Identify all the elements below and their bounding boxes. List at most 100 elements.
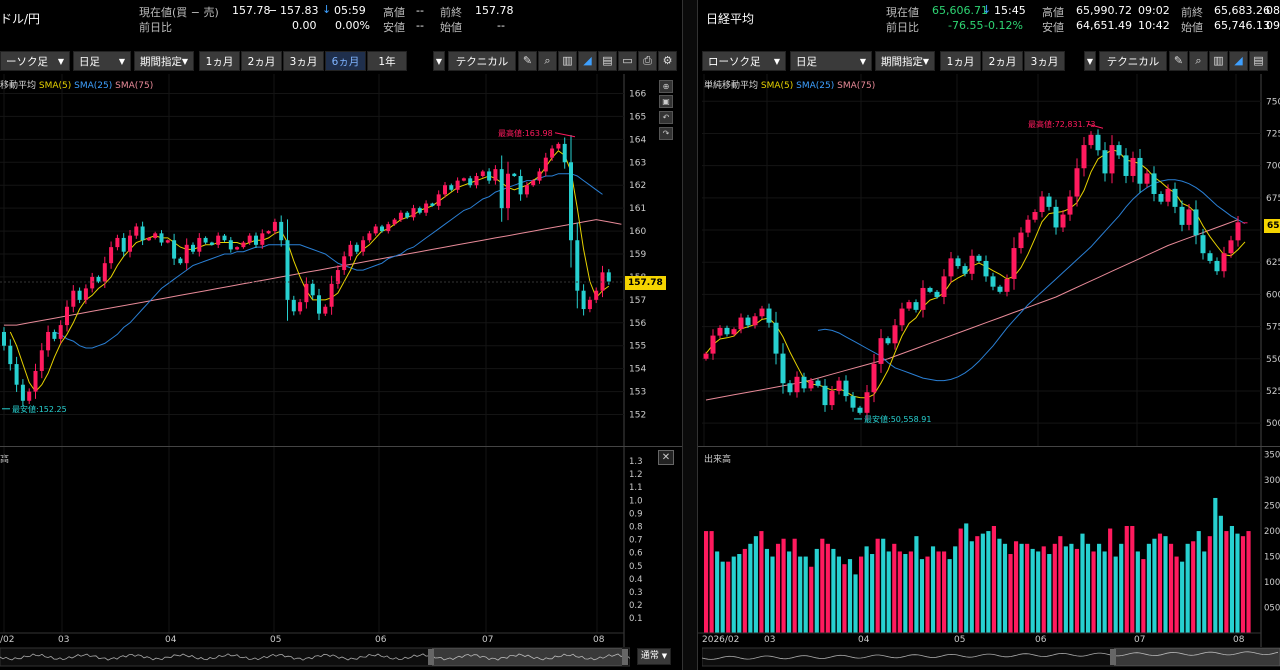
range-1y-button[interactable]: 1年: [367, 51, 407, 71]
pencil-icon[interactable]: ✎: [518, 51, 537, 71]
candle-body: [20, 384, 25, 401]
min-price-annotation: 最安値:152.25: [12, 404, 67, 414]
volume-bar: [1019, 543, 1024, 633]
candle-body: [254, 235, 258, 245]
more-ranges-dropdown[interactable]: ▼: [433, 51, 445, 71]
more-ranges-dropdown[interactable]: ▼: [1084, 51, 1096, 71]
y-tick-label: 0.4: [629, 575, 643, 585]
area-chart-icon[interactable]: ◢: [1229, 51, 1248, 71]
range-2m-button[interactable]: 2ヵ月: [241, 51, 282, 71]
open-time: 09: [1266, 19, 1280, 32]
volume-bar: [1218, 515, 1223, 633]
candle-body: [52, 331, 57, 339]
technical-button[interactable]: テクニカル: [1099, 51, 1167, 71]
document-icon[interactable]: ▤: [598, 51, 617, 71]
y-tick-label: 100: [1264, 578, 1280, 588]
candle-body: [1109, 145, 1115, 174]
candle-body: [121, 237, 126, 252]
scale-mode-select[interactable]: 通常 ▼: [637, 648, 671, 665]
volume-bar: [753, 536, 758, 633]
magnifier-icon[interactable]: ⌕: [1189, 51, 1208, 71]
print-icon[interactable]: ⎙: [638, 51, 657, 71]
technical-button[interactable]: テクニカル: [448, 51, 516, 71]
volume-bar: [1058, 536, 1063, 633]
range-2m-button[interactable]: 2ヵ月: [982, 51, 1023, 71]
navigator-scrollbar[interactable]: [0, 646, 630, 668]
volume-bar: [709, 531, 714, 633]
candle-body: [90, 276, 95, 289]
nikkei-candlestick-chart[interactable]: 750725700675650625600575550525500最高値:72,…: [698, 74, 1280, 446]
annotation-leader: [554, 132, 576, 138]
candle-body: [518, 176, 523, 195]
folder-icon[interactable]: ▭: [618, 51, 637, 71]
candle-body: [731, 329, 737, 335]
candle-body: [752, 316, 758, 326]
undo-icon[interactable]: ↶: [659, 111, 673, 124]
lock-icon[interactable]: ▣: [659, 95, 673, 108]
navigator-scrollbar[interactable]: [702, 646, 1280, 668]
volume-bar: [798, 556, 803, 633]
redo-icon[interactable]: ↷: [659, 127, 673, 140]
navigator-handle: [622, 649, 628, 665]
chevron-down-icon: ▼: [57, 57, 64, 66]
instrument-title: ドル/円: [0, 12, 41, 26]
range-1m-button[interactable]: 1ヵ月: [940, 51, 981, 71]
document-icon[interactable]: ▤: [1249, 51, 1268, 71]
period-select[interactable]: 日足 ▼: [790, 51, 872, 71]
y-tick-label: 156: [629, 319, 646, 329]
zoom-in-icon[interactable]: ⊕: [659, 80, 673, 93]
volume-bar: [803, 556, 808, 633]
candle-body: [1067, 196, 1073, 215]
chart-type-select[interactable]: ーソク足 ▼: [0, 51, 70, 71]
candle-body: [1235, 222, 1241, 241]
candle-body: [1186, 209, 1192, 225]
candle-body: [1165, 188, 1171, 202]
y-tick-label: 0.5: [629, 562, 643, 572]
bar-chart-icon[interactable]: ▥: [1209, 51, 1228, 71]
pane-divider[interactable]: [682, 0, 698, 670]
nikkei-chart-panel: 日経平均 現在値 65,606.71 ↓ 15:45 高値 65,990.72 …: [698, 0, 1280, 670]
magnifier-icon[interactable]: ⌕: [538, 51, 557, 71]
chart-toolbar: ローソク足 ▼ 日足 ▼ 期間指定 ▼ 1ヵ月 2ヵ月 3ヵ月 ▼ テクニカル ✎ ⌕…: [698, 51, 1280, 72]
range-select[interactable]: 期間指定 ▼: [875, 51, 935, 71]
candle-body: [892, 325, 898, 344]
y-tick-label: 0.9: [629, 509, 643, 519]
usd-jpy-candlestick-chart[interactable]: 1521531541551561571581591601611621631641…: [0, 74, 682, 446]
chevron-down-icon: ▼: [859, 57, 866, 66]
volume-bar: [787, 551, 792, 633]
range-3m-button[interactable]: 3ヵ月: [1024, 51, 1065, 71]
candle-body: [487, 171, 492, 181]
candle-body: [801, 376, 807, 389]
pencil-icon[interactable]: ✎: [1169, 51, 1188, 71]
candle-body: [71, 290, 76, 307]
ask-price: 157.83: [280, 4, 319, 17]
range-3m-button[interactable]: 3ヵ月: [283, 51, 324, 71]
candle-body: [279, 221, 284, 241]
range-1m-button[interactable]: 1ヵ月: [199, 51, 240, 71]
range-select[interactable]: 期間指定 ▼: [134, 51, 194, 71]
volume-bar: [842, 564, 847, 633]
period-select[interactable]: 日足 ▼: [73, 51, 131, 71]
navigator-handle: [1110, 649, 1116, 665]
volume-bar: [975, 536, 980, 633]
volume-bar: [864, 546, 869, 633]
quote-time: 15:45: [994, 4, 1026, 17]
bar-chart-icon[interactable]: ▥: [558, 51, 577, 71]
current-price: 65,606.71: [932, 4, 988, 17]
candle-body: [14, 364, 19, 385]
candle-body: [386, 224, 391, 232]
candle-body: [310, 283, 315, 296]
candle-body: [773, 322, 779, 354]
chart-type-select[interactable]: ローソク足 ▼: [702, 51, 786, 71]
gear-icon[interactable]: ⚙: [658, 51, 677, 71]
volume-bar: [1157, 533, 1163, 633]
candle-body: [291, 299, 296, 312]
candle-body: [878, 338, 884, 364]
area-chart-icon[interactable]: ◢: [578, 51, 597, 71]
high-value: 65,990.72: [1076, 4, 1132, 17]
range-6m-button[interactable]: 6ヵ月: [325, 51, 366, 71]
candle-body: [191, 244, 195, 252]
x-tick-label: 04: [165, 635, 177, 645]
candle-body: [1130, 157, 1136, 176]
volume-bar: [731, 556, 736, 633]
